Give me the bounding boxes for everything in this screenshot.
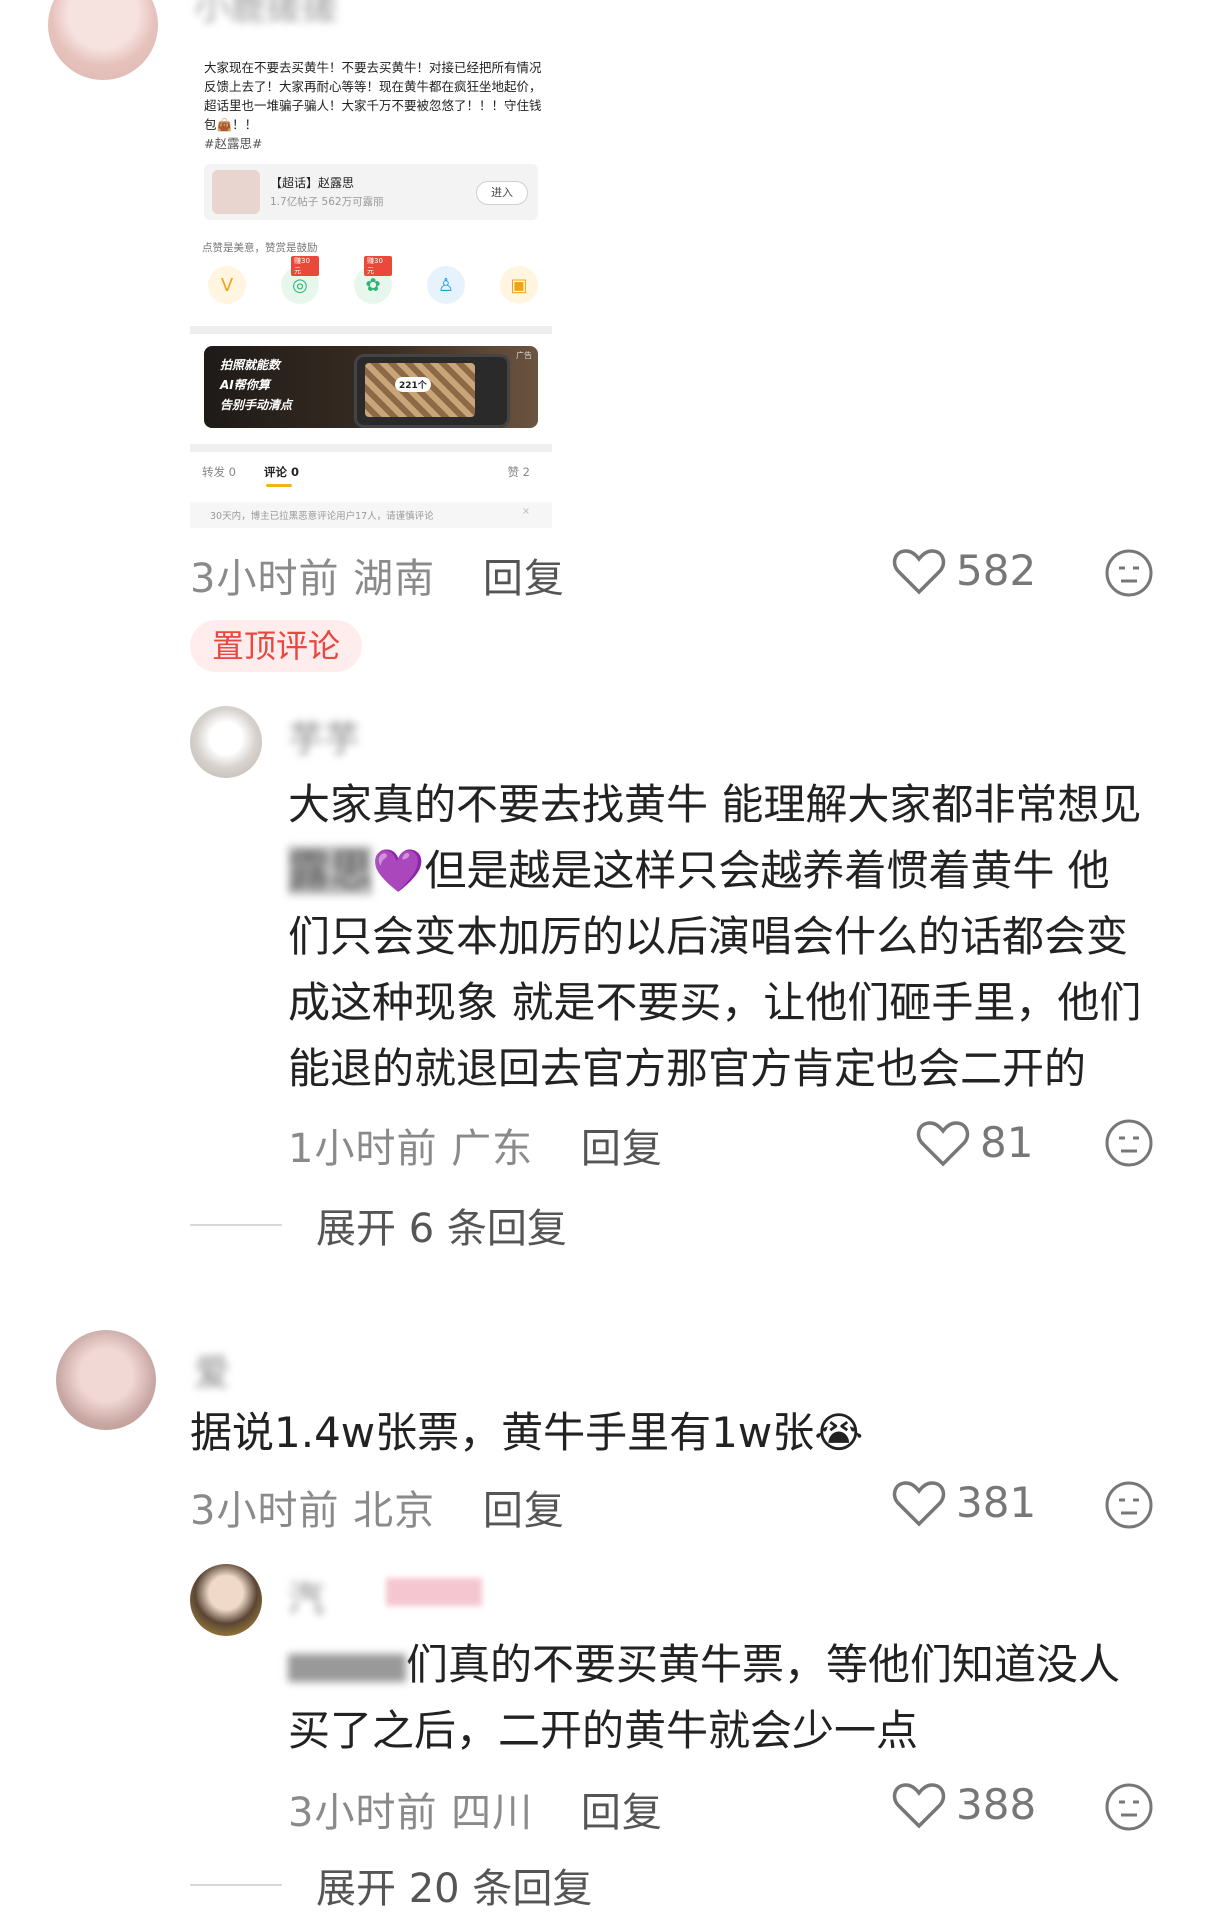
ad-tag: 广告 — [516, 351, 532, 360]
like-count: 582 — [956, 546, 1037, 595]
supertopic-avatar — [212, 170, 260, 214]
pinned-comment-badge: 置顶评论 — [190, 620, 363, 672]
comment-location: 广东 — [451, 1126, 534, 1172]
post-hashtag: #赵露思# — [204, 136, 263, 151]
crying-emoji: 😭 — [814, 1408, 864, 1457]
like-count: 381 — [956, 1478, 1037, 1527]
reply-button[interactable]: 回复 — [581, 1790, 663, 1836]
expand-replies-label: 展开 6 条回复 — [316, 1206, 567, 1252]
expand-replies-label: 展开 20 条回复 — [316, 1866, 593, 1912]
redacted-word — [288, 1653, 406, 1682]
avatar-reply-1[interactable] — [190, 706, 262, 778]
like-button-reply-1[interactable]: 81 — [916, 1118, 1033, 1167]
reply-1-text-part-1: 大家真的不要去找黄牛 能理解大家都非常想见 — [288, 780, 1142, 829]
ad-count: 221个 — [395, 377, 431, 392]
supertopic-title: 【超话】赵露思 — [270, 176, 355, 190]
comment-2-text-row: 据说1.4w张票，黄牛手里有1w张😭 — [190, 1400, 1090, 1466]
supertopic-enter-button: 进入 — [476, 181, 528, 205]
like-count: 388 — [956, 1780, 1037, 1829]
comment-time: 3小时前 — [288, 1790, 438, 1836]
divider — [190, 444, 552, 452]
meta-reply-2: 3小时前 四川 回复 — [288, 1780, 663, 1838]
emoji-react-icon[interactable] — [1104, 1782, 1154, 1832]
reply-button[interactable]: 回复 — [581, 1126, 663, 1172]
expand-replies-1[interactable]: 展开 6 条回复 — [190, 1196, 567, 1254]
emoji-react-icon[interactable] — [1104, 548, 1154, 598]
reply-button[interactable]: 回复 — [483, 556, 565, 602]
post-text-block: 大家现在不要去买黄牛！不要去买黄牛！对接已经把所有情况反馈上去了！大家再耐心等等… — [204, 58, 544, 153]
ad-line-2: AI帮你算 — [220, 378, 270, 392]
username-top-comment[interactable]: 小鹿搓搓 — [194, 0, 338, 30]
username-reply-1[interactable]: 芋芋 — [288, 710, 360, 762]
heart-outline-icon — [892, 1781, 946, 1829]
divider — [190, 1884, 282, 1886]
redacted-name: 露思 — [288, 846, 373, 895]
wechat-icon: 赚30元 ◎ — [281, 256, 319, 304]
share-icon-row: V 赚30元 ◎ 赚30元 ✿ ♙ ▣ — [208, 256, 538, 304]
comment-location: 湖南 — [353, 556, 436, 602]
ad-banner: 拍照就能数 AI帮你算 告别手动清点 221个 广告 — [204, 346, 538, 428]
comment-time: 3小时前 — [190, 1488, 340, 1534]
meta-comment-2: 3小时前 北京 回复 — [190, 1478, 565, 1536]
comment-time: 1小时前 — [288, 1126, 438, 1172]
post-text: 大家现在不要去买黄牛！不要去买黄牛！对接已经把所有情况反馈上去了！大家再耐心等等… — [204, 60, 542, 132]
reply-1-text: 大家真的不要去找黄牛 能理解大家都非常想见露思💜但是越是这样只会越养着惯着黄牛 … — [288, 772, 1148, 1102]
more-share-icon: ▣ — [500, 266, 538, 304]
expand-replies-2[interactable]: 展开 20 条回复 — [190, 1856, 592, 1914]
reward-badge-2: 赚30元 — [364, 256, 392, 276]
username-reply-2[interactable]: 汽 — [288, 1570, 324, 1622]
tab-active-underline — [266, 484, 292, 487]
emoji-react-icon[interactable] — [1104, 1118, 1154, 1168]
like-button-top-comment[interactable]: 582 — [892, 546, 1036, 595]
avatar-comment-2[interactable] — [56, 1330, 156, 1430]
reward-icon: V — [208, 266, 246, 304]
post-tabs: 转发 0 评论 0 赞 2 — [202, 464, 542, 487]
like-button-reply-2[interactable]: 388 — [892, 1780, 1036, 1829]
ad-phone-image: 221个 — [354, 354, 510, 428]
avatar-top-comment[interactable] — [48, 0, 158, 80]
comment-2-text: 据说1.4w张票，黄牛手里有1w张 — [190, 1408, 815, 1457]
notice-close-icon: × — [522, 506, 530, 517]
heart-outline-icon — [892, 1479, 946, 1527]
reply-button[interactable]: 回复 — [483, 1488, 565, 1534]
username-comment-2[interactable]: 爱 — [194, 1344, 230, 1396]
reward-label: 点赞是美意，赞赏是鼓励 — [202, 242, 318, 254]
meta-reply-1: 1小时前 广东 回复 — [288, 1116, 663, 1174]
reply-2-text: 们真的不要买黄牛票，等他们知道没人买了之后，二开的黄牛就会少一点 — [288, 1640, 1121, 1755]
comment-location: 四川 — [451, 1790, 534, 1836]
comment-location: 北京 — [353, 1488, 436, 1534]
supertopic-card: 【超话】赵露思 1.7亿帖子 562万可露丽 进入 — [204, 164, 538, 220]
like-count: 81 — [980, 1118, 1034, 1167]
tab-repost: 转发 0 — [202, 465, 236, 479]
divider — [190, 326, 552, 334]
heart-outline-icon — [892, 547, 946, 595]
reward-badge-1: 赚30元 — [291, 256, 319, 276]
meta-top-comment: 3小时前 湖南 回复 — [190, 546, 565, 604]
divider — [190, 1224, 282, 1226]
tab-comment: 评论 0 — [264, 465, 300, 479]
comment-time: 3小时前 — [190, 556, 340, 602]
ad-line-1: 拍照就能数 — [220, 358, 281, 372]
ad-line-3: 告别手动清点 — [220, 398, 293, 412]
redacted-badge — [386, 1578, 482, 1606]
supertopic-stats: 1.7亿帖子 562万可露丽 — [270, 196, 384, 208]
avatar-reply-2[interactable] — [190, 1564, 262, 1636]
heart-outline-icon — [916, 1119, 970, 1167]
emoji-react-icon[interactable] — [1104, 1480, 1154, 1530]
embedded-post-image[interactable]: 大家现在不要去买黄牛！不要去买黄牛！对接已经把所有情况反馈上去了！大家再耐心等等… — [190, 40, 552, 528]
moments-icon: 赚30元 ✿ — [354, 256, 392, 304]
notice-text: 30天内，博主已拉黑恶意评论用户17人，请谨慎评论 — [210, 511, 434, 522]
tab-like: 赞 2 — [507, 465, 530, 479]
reply-2-text-row: 们真的不要买黄牛票，等他们知道没人买了之后，二开的黄牛就会少一点 — [288, 1632, 1148, 1764]
comment-notice: 30天内，博主已拉黑恶意评论用户17人，请谨慎评论 × — [190, 502, 552, 528]
like-button-comment-2[interactable]: 381 — [892, 1478, 1036, 1527]
purple-heart-emoji: 💜 — [372, 846, 425, 895]
qq-icon: ♙ — [427, 266, 465, 304]
